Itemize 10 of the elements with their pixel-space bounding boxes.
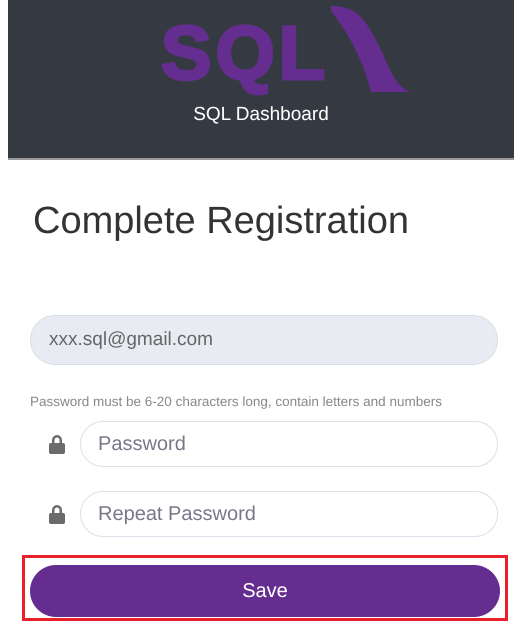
app-title: SQL Dashboard: [193, 104, 329, 126]
lock-icon: [48, 434, 66, 454]
page-heading: Complete Registration: [33, 200, 410, 243]
save-button[interactable]: Save: [30, 565, 500, 617]
password-hint: Password must be 6-20 characters long, contain letters and numbers: [30, 393, 443, 411]
swoosh-icon: [331, 6, 412, 92]
password-field[interactable]: Repeat Password: [80, 491, 498, 537]
logo-text: SQL: [160, 16, 330, 92]
lock-icon: [48, 504, 66, 524]
password-field[interactable]: Password: [80, 421, 498, 467]
